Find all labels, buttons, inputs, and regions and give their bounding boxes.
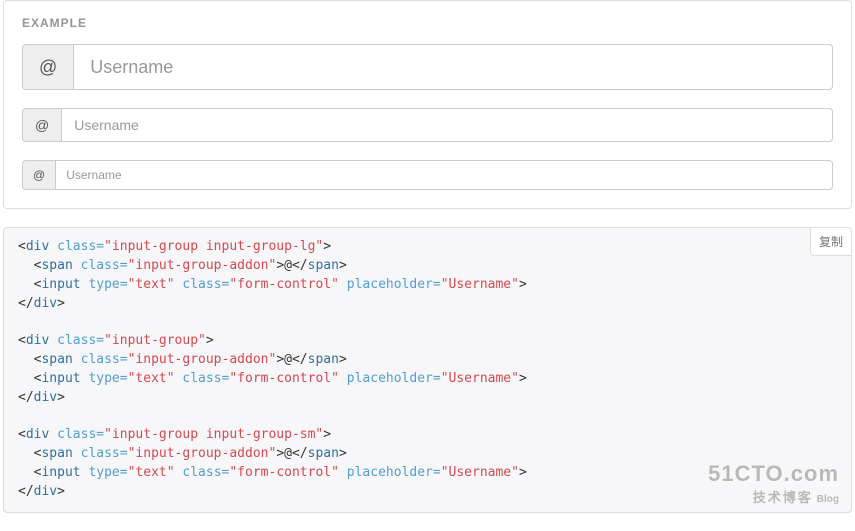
at-icon: @ bbox=[22, 44, 73, 90]
input-group-default: @ bbox=[22, 108, 833, 142]
at-icon: @ bbox=[22, 108, 61, 142]
input-group-large: @ bbox=[22, 44, 833, 90]
username-input-small[interactable] bbox=[55, 160, 833, 190]
code-block: <div class="input-group input-group-lg">… bbox=[4, 228, 851, 512]
example-label: EXAMPLE bbox=[22, 16, 833, 30]
at-icon: @ bbox=[22, 160, 55, 190]
username-input-default[interactable] bbox=[61, 108, 833, 142]
input-group-small: @ bbox=[22, 160, 833, 190]
code-panel: 复制 <div class="input-group input-group-l… bbox=[3, 227, 852, 513]
example-panel: EXAMPLE @ @ @ bbox=[3, 0, 852, 209]
copy-button[interactable]: 复制 bbox=[810, 228, 851, 256]
username-input-large[interactable] bbox=[73, 44, 833, 90]
